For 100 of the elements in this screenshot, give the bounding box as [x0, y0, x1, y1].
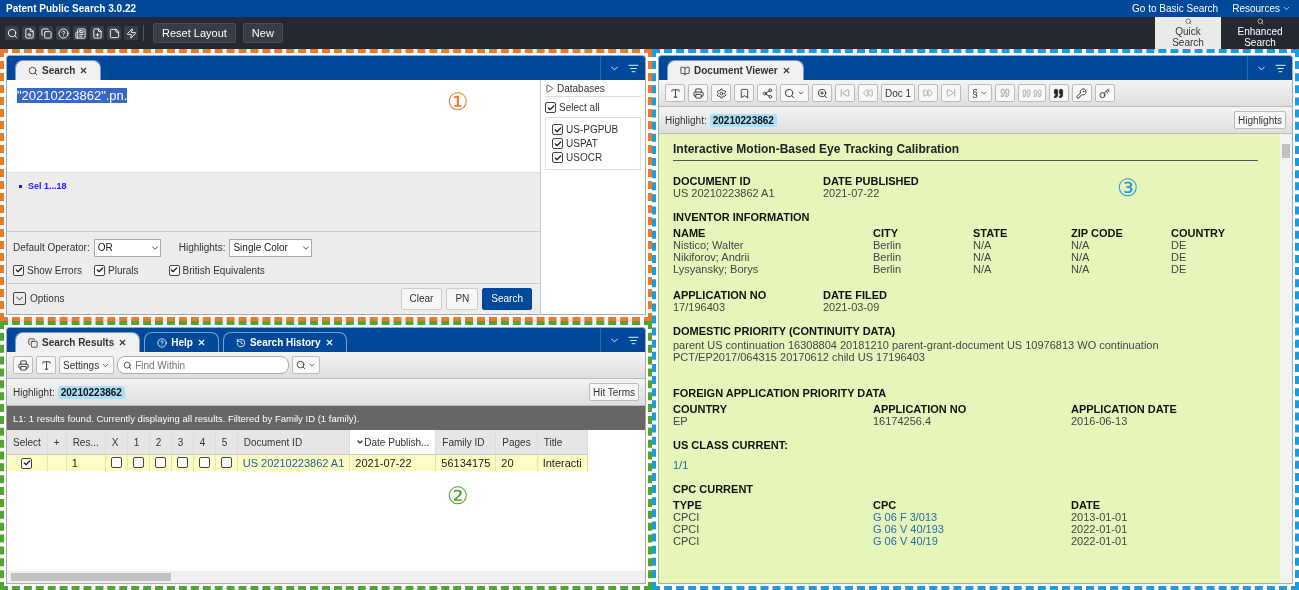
search-icon [1254, 18, 1266, 25]
checkbox[interactable] [552, 138, 563, 149]
mark-checkbox[interactable] [110, 456, 122, 468]
set-link[interactable]: Sel 1...18 [28, 181, 67, 191]
next-hit-button[interactable] [1094, 84, 1115, 102]
note-icon[interactable] [107, 26, 121, 40]
classification-link[interactable]: G 06 F 3/013 [873, 511, 938, 523]
panel-tab[interactable]: Search Results [15, 332, 141, 352]
options-toggle[interactable]: Options [30, 293, 65, 305]
copy-icon[interactable] [39, 26, 53, 40]
help-icon[interactable] [56, 26, 70, 40]
doc-indicator[interactable]: Doc 1 [881, 84, 916, 102]
highlights-button[interactable]: Highlights [1234, 111, 1286, 129]
column-header[interactable]: 3 [171, 430, 194, 455]
toolbar-button[interactable]: Reset Layout [153, 23, 236, 43]
zoom-menu-button[interactable] [780, 84, 809, 102]
print-button[interactable] [688, 84, 708, 102]
rewind-icon [863, 88, 873, 98]
font-size-button[interactable] [36, 356, 56, 374]
class-link[interactable]: 1/1 [673, 459, 689, 471]
column-header[interactable]: Res... [66, 430, 106, 455]
column-header[interactable]: X [105, 430, 128, 455]
key-icon [1099, 87, 1111, 99]
action-button[interactable]: PN [446, 287, 479, 310]
status-message: L1: 1 results found. Currently displaying all results. Filtered by Family ID (1 family). [7, 406, 645, 430]
row-checkbox[interactable] [21, 457, 33, 469]
mark-checkbox[interactable] [132, 456, 144, 468]
databases-toggle[interactable]: Databases [557, 82, 605, 94]
vertical-scrollbar[interactable] [1280, 134, 1292, 583]
column-label: CPC [873, 498, 897, 511]
checkbox[interactable] [168, 264, 180, 276]
checkbox-label: Plurals [108, 264, 139, 276]
column-header[interactable]: Document ID [237, 430, 350, 455]
operator-select[interactable]: OR [93, 238, 161, 257]
print-button[interactable] [13, 356, 33, 374]
previous-hit-button[interactable] [1071, 84, 1092, 102]
checkbox[interactable] [13, 264, 24, 276]
column-header[interactable]: Select [7, 430, 48, 455]
search-options-button[interactable] [292, 356, 321, 374]
file-search-icon[interactable] [22, 26, 36, 40]
key-icon [1076, 87, 1088, 99]
find-within-field[interactable]: Find Within [135, 359, 266, 371]
document-icon[interactable] [73, 26, 87, 40]
table-value: N/A [973, 251, 992, 263]
table-value: Berlin [873, 239, 902, 251]
document-title: Interactive Motion-Based Eye Tracking Calibration [673, 142, 1258, 161]
table-cell: 2021-07-22 [355, 457, 412, 469]
highlights-select[interactable]: Single Color [229, 238, 313, 257]
checkbox-label: US-PGPUB [566, 124, 619, 135]
mark-checkbox[interactable] [154, 456, 166, 468]
mark-checkbox[interactable] [176, 456, 188, 468]
column-header[interactable]: 2 [149, 430, 172, 455]
field-value: 2021-07-22 [823, 187, 880, 199]
caret-icon [308, 361, 317, 369]
column-header[interactable]: Family ID [435, 430, 496, 455]
checkbox[interactable] [552, 124, 563, 135]
lightning-icon[interactable] [124, 26, 138, 40]
column-header[interactable]: 4 [193, 430, 216, 455]
classification-link[interactable]: G 06 V 40/193 [873, 523, 944, 535]
column-header[interactable]: Pages [495, 430, 538, 455]
action-button[interactable]: Clear [400, 287, 443, 310]
share-button[interactable] [757, 84, 777, 102]
checkbox[interactable] [545, 102, 556, 113]
column-header[interactable]: + [47, 430, 67, 455]
section-title: FOREIGN APPLICATION PRIORITY DATA [673, 387, 887, 399]
mark-checkbox[interactable] [220, 456, 232, 468]
close-quote-button[interactable] [1048, 84, 1069, 102]
bookmark-button[interactable] [734, 84, 754, 102]
printer-icon [17, 359, 29, 371]
column-header[interactable]: Date Publish... [349, 430, 436, 455]
panel-tab[interactable]: Help [144, 332, 219, 352]
column-header[interactable]: 1 [127, 430, 150, 455]
zoom-in-button[interactable] [812, 84, 832, 102]
panel-tab[interactable]: Search [15, 60, 102, 80]
close-icon [324, 338, 334, 347]
settings-button[interactable] [711, 84, 731, 102]
toolbar-button[interactable]: New [242, 23, 283, 43]
horizontal-scrollbar[interactable] [7, 571, 645, 583]
search-mode-button[interactable]: Quick Search [1155, 17, 1221, 49]
settings-dropdown[interactable]: Settings [59, 356, 115, 374]
section-menu-button[interactable]: § [968, 84, 992, 102]
mark-checkbox[interactable] [198, 456, 210, 468]
printer-icon [692, 87, 704, 99]
text-image-button[interactable] [665, 84, 685, 102]
column-header[interactable]: 5 [215, 430, 238, 455]
checkbox[interactable] [94, 264, 105, 276]
section-title: INVENTOR INFORMATION [673, 211, 810, 223]
classification-link[interactable]: G 06 V 40/19 [873, 535, 938, 547]
header-link[interactable]: Resources [1232, 3, 1291, 14]
action-button[interactable]: Search [482, 287, 532, 310]
column-header[interactable]: Title [537, 430, 588, 455]
header-link[interactable]: Go to Basic Search [1132, 3, 1219, 14]
hit-terms-button[interactable]: Hit Terms [588, 383, 639, 401]
panel-tab[interactable]: Document Viewer [667, 60, 804, 80]
search-icon[interactable] [5, 26, 19, 40]
checkbox[interactable] [552, 152, 563, 163]
panel-tab[interactable]: Search History [222, 332, 347, 352]
find-within-box[interactable]: Find Within [117, 356, 290, 374]
column-label: NAME [673, 226, 706, 239]
new-file-icon[interactable] [90, 26, 104, 40]
